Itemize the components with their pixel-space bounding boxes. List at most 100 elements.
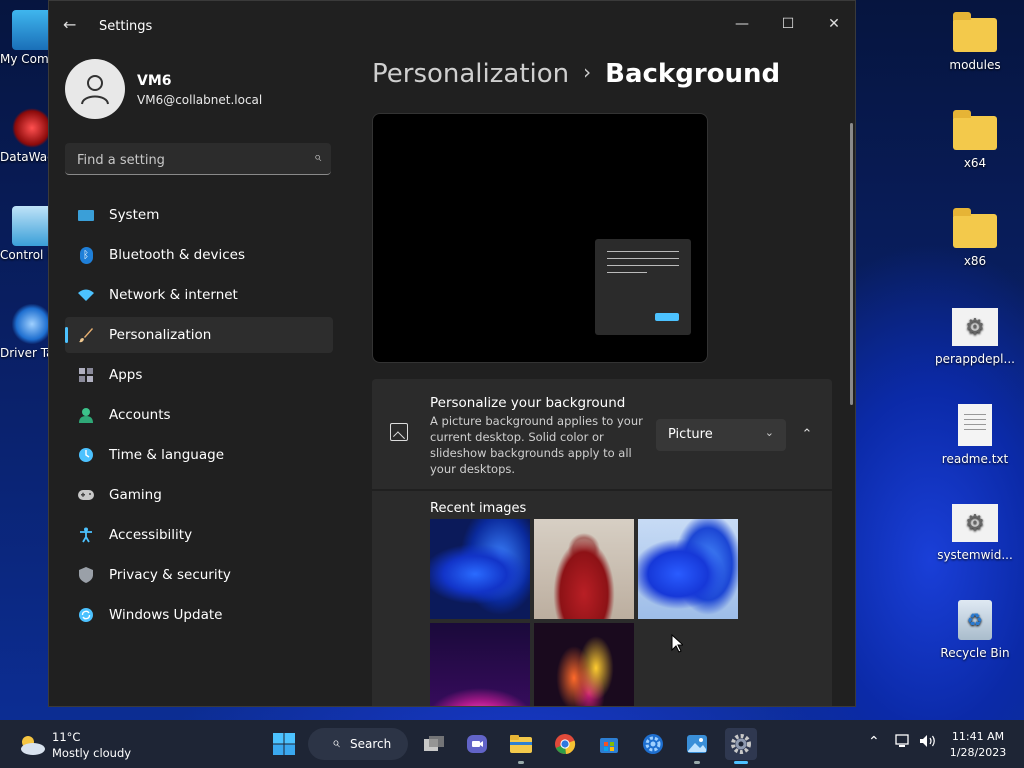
sidebar-item-gaming[interactable]: Gaming bbox=[65, 477, 333, 513]
desktop-icon-systemwid[interactable]: ⚙ systemwid... bbox=[935, 500, 1015, 562]
settings-button[interactable] bbox=[725, 728, 757, 764]
task-view-button[interactable] bbox=[418, 728, 450, 760]
sidebar-item-label: Accounts bbox=[109, 407, 171, 423]
refresh-icon bbox=[77, 606, 95, 624]
page-title: Background bbox=[605, 59, 781, 89]
chevron-down-icon: ⌄ bbox=[764, 426, 774, 439]
gear-icon bbox=[12, 304, 50, 344]
clock-time: 11:41 AM bbox=[951, 730, 1005, 743]
network-icon[interactable] bbox=[895, 734, 911, 752]
accessibility-icon bbox=[77, 526, 95, 544]
bluetooth-icon: ᛒ bbox=[77, 246, 95, 264]
settings-file-icon: ⚙ bbox=[952, 504, 998, 542]
sidebar-item-label: System bbox=[109, 207, 160, 223]
sidebar-item-label: Privacy & security bbox=[109, 567, 231, 583]
volume-icon[interactable] bbox=[919, 734, 937, 752]
taskbar-search-button[interactable]: ⌕ Search bbox=[308, 728, 408, 760]
sidebar-item-accessibility[interactable]: Accessibility bbox=[65, 517, 333, 553]
photos-button[interactable] bbox=[681, 728, 713, 764]
desktop-icon-recycle-bin[interactable]: ♻ Recycle Bin bbox=[935, 598, 1015, 660]
settings-window: ← Settings — ☐ ✕ VM6 VM6@collabnet.local… bbox=[48, 0, 856, 707]
start-button[interactable] bbox=[268, 728, 300, 760]
wifi-icon bbox=[77, 286, 95, 304]
breadcrumb: Personalization › Background bbox=[372, 59, 780, 89]
chrome-button[interactable] bbox=[549, 728, 581, 760]
weather-temperature: 11°C bbox=[52, 730, 81, 744]
mouse-cursor-icon bbox=[671, 634, 683, 653]
breadcrumb-separator: › bbox=[583, 60, 592, 84]
folder-icon bbox=[953, 12, 997, 52]
recent-image-thumbnail[interactable] bbox=[638, 519, 738, 619]
minimize-button[interactable]: — bbox=[719, 9, 765, 39]
desktop-icon-label: modules bbox=[949, 58, 1001, 72]
breadcrumb-parent[interactable]: Personalization bbox=[372, 59, 569, 89]
recent-image-thumbnail[interactable] bbox=[430, 623, 530, 706]
teams-chat-button[interactable] bbox=[461, 728, 493, 760]
system-clock[interactable]: 11:41 AM 1/28/2023 bbox=[940, 729, 1016, 761]
maximize-button[interactable]: ☐ bbox=[765, 9, 811, 39]
sidebar-item-accounts[interactable]: Accounts bbox=[65, 397, 333, 433]
desktop-icon-label: readme.txt bbox=[941, 452, 1009, 466]
person-icon bbox=[77, 406, 95, 424]
sidebar-item-time-language[interactable]: Time & language bbox=[65, 437, 333, 473]
collapse-button[interactable]: ⌃ bbox=[794, 423, 820, 447]
find-setting-search[interactable]: ⌕ bbox=[65, 143, 331, 175]
sidebar-item-privacy[interactable]: Privacy & security bbox=[65, 557, 333, 593]
sidebar-item-system[interactable]: System bbox=[65, 197, 333, 233]
desktop-icon-label: My Com bbox=[0, 52, 49, 66]
folder-icon bbox=[953, 110, 997, 150]
control-panel-icon bbox=[12, 206, 50, 246]
title-bar[interactable]: ← Settings — ☐ ✕ bbox=[49, 1, 855, 49]
picture-icon bbox=[390, 423, 408, 441]
store-icon bbox=[600, 738, 618, 753]
weather-widget[interactable]: 11°C Mostly cloudy bbox=[16, 730, 166, 760]
text-file-icon bbox=[958, 404, 992, 446]
gear-icon bbox=[731, 734, 751, 754]
sidebar-item-label: Apps bbox=[109, 367, 143, 383]
close-button[interactable]: ✕ bbox=[811, 9, 855, 39]
sidebar-item-label: Windows Update bbox=[109, 607, 223, 623]
sidebar-item-windows-update[interactable]: Windows Update bbox=[65, 597, 333, 633]
recent-image-thumbnail[interactable] bbox=[430, 519, 530, 619]
personalize-background-card: Personalize your background A picture ba… bbox=[372, 379, 832, 489]
desktop-icon-x64[interactable]: x64 bbox=[935, 108, 1015, 170]
card-title: Personalize your background bbox=[430, 395, 626, 411]
sidebar-item-personalization[interactable]: Personalization bbox=[65, 317, 333, 353]
recent-image-thumbnail[interactable] bbox=[534, 623, 634, 706]
file-explorer-button[interactable] bbox=[505, 728, 537, 764]
sidebar-item-apps[interactable]: Apps bbox=[65, 357, 333, 393]
back-arrow-icon[interactable]: ← bbox=[63, 15, 76, 34]
desktop-icon-modules[interactable]: modules bbox=[935, 10, 1015, 72]
sidebar-item-label: Gaming bbox=[109, 487, 162, 503]
sidebar-item-network[interactable]: Network & internet bbox=[65, 277, 333, 313]
task-view-icon bbox=[424, 736, 444, 751]
desktop-icon-my-computer[interactable]: My Com bbox=[0, 10, 50, 66]
desktop-icon-driver-tool[interactable]: Driver Ta bbox=[0, 304, 50, 360]
desktop-icon-control-panel[interactable]: Control P bbox=[0, 206, 50, 262]
desktop-icon-perappdepl[interactable]: ⚙ perappdepl... bbox=[935, 304, 1015, 366]
sidebar-item-label: Bluetooth & devices bbox=[109, 247, 246, 263]
apps-icon bbox=[77, 366, 95, 384]
desktop-icon-label: perappdepl... bbox=[935, 352, 1015, 366]
driver-tool-button[interactable] bbox=[637, 728, 669, 760]
desktop-icon-label: DataWag bbox=[0, 150, 50, 164]
desktop-icon-readme[interactable]: readme.txt bbox=[935, 402, 1015, 466]
sidebar-item-label: Network & internet bbox=[109, 287, 238, 303]
background-type-dropdown[interactable]: Picture ⌄ bbox=[656, 419, 786, 451]
store-button[interactable] bbox=[593, 728, 625, 760]
chat-icon bbox=[467, 735, 487, 753]
desktop-icon-x86[interactable]: x86 bbox=[935, 206, 1015, 268]
sidebar-item-label: Time & language bbox=[109, 447, 225, 463]
desktop-icon-label: x64 bbox=[963, 156, 987, 170]
folder-icon bbox=[953, 208, 997, 248]
weather-condition: Mostly cloudy bbox=[52, 746, 132, 760]
recent-image-thumbnail[interactable] bbox=[534, 519, 634, 619]
content-scrollbar[interactable] bbox=[850, 123, 853, 405]
person-icon bbox=[81, 75, 109, 105]
search-input[interactable] bbox=[75, 149, 299, 171]
app-icon bbox=[12, 108, 50, 148]
dropdown-value: Picture bbox=[668, 427, 713, 442]
sidebar-item-bluetooth[interactable]: ᛒ Bluetooth & devices bbox=[65, 237, 333, 273]
desktop-icon-datawag[interactable]: DataWag bbox=[0, 108, 50, 164]
chevron-up-icon[interactable]: ⌃ bbox=[868, 734, 880, 750]
